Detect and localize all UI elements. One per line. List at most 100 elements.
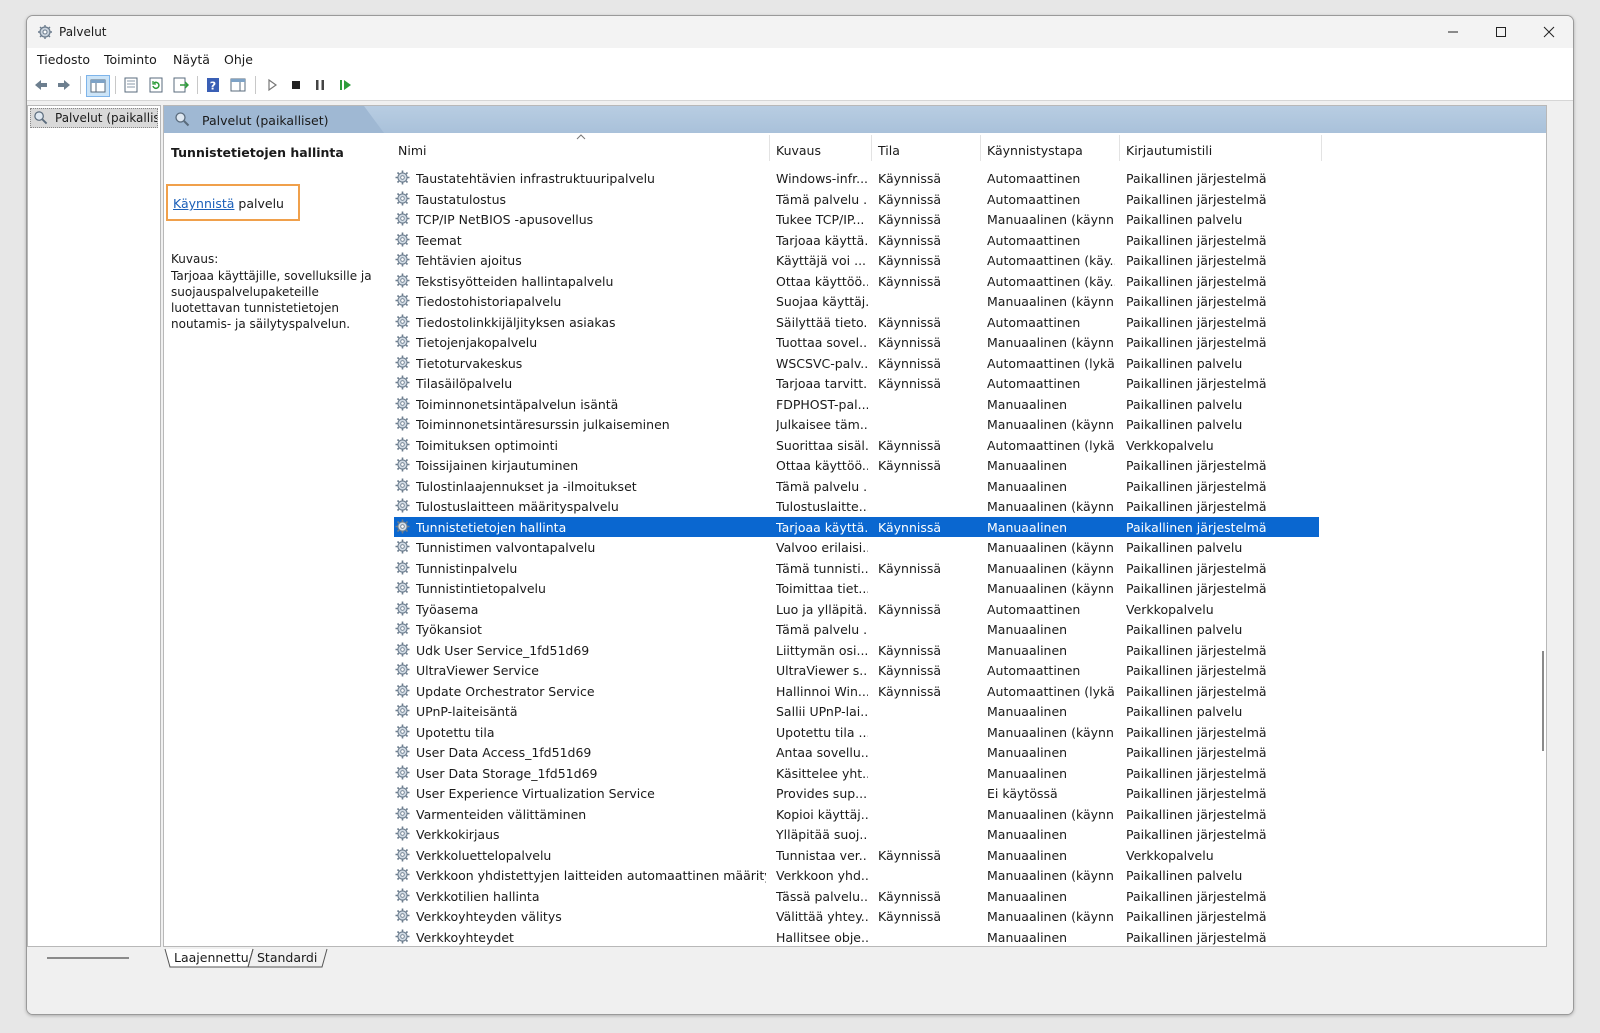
pause-service-button[interactable] — [311, 76, 329, 94]
cell-description: Windows-infr... — [776, 171, 868, 186]
service-row[interactable]: User Data Access_1fd51d69 Antaa sovellu..… — [394, 742, 1529, 763]
forward-button[interactable] — [55, 76, 73, 94]
service-gear-icon — [395, 683, 410, 697]
service-row[interactable]: Udk User Service_1fd51d69 Liittymän osi..… — [394, 640, 1529, 661]
service-row[interactable]: Toiminnonetsintäpalvelun isäntä FDPHOST-p… — [394, 394, 1529, 415]
cell-status: Käynnissä — [878, 253, 942, 268]
column-header-name[interactable]: Nimi — [398, 143, 426, 158]
minimize-button[interactable] — [1429, 16, 1477, 48]
service-row[interactable]: Taustatulostus Tämä palvelu ... Käynnissä A… — [394, 189, 1529, 210]
services-gear-icon — [38, 25, 52, 39]
menu-file[interactable]: Tiedosto — [37, 52, 90, 67]
cell-log-on-as: Paikallinen järjestelmä — [1126, 581, 1267, 596]
column-header-status[interactable]: Tila — [878, 143, 900, 158]
menu-help[interactable]: Ohje — [224, 52, 253, 67]
start-service-button[interactable] — [263, 76, 281, 94]
menu-view[interactable]: Näytä — [173, 52, 210, 67]
cell-name: Taustatulostus — [416, 191, 507, 207]
cell-log-on-as: Paikallinen järjestelmä — [1126, 191, 1267, 207]
menu-action[interactable]: Toiminto — [104, 52, 157, 67]
export-list-button[interactable] — [172, 76, 190, 94]
service-row[interactable]: Tietojenjakopalvelu Tuottaa sovel... Käynn… — [394, 332, 1529, 353]
cell-description: Julkaisee täm... — [776, 417, 868, 432]
service-row[interactable]: Tietoturvakeskus WSCSVC-palv... Käynnissä A… — [394, 353, 1529, 374]
column-header-log-on-as[interactable]: Kirjautumistili — [1126, 143, 1212, 158]
help-button[interactable]: ? — [204, 76, 222, 94]
tree-item-services-local[interactable]: Palvelut (paikalliset) — [30, 108, 158, 128]
cell-startup-type: Manuaalinen (käynn... — [987, 560, 1115, 576]
service-row[interactable]: Update Orchestrator Service Hallinnoi Win… — [394, 681, 1529, 702]
service-row[interactable]: Teemat Tarjoaa käyttä... Käynnissä Automaat… — [394, 230, 1529, 251]
service-row[interactable]: Tunnistintietopalvelu Toimittaa tiet... Ma… — [394, 578, 1529, 599]
service-gear-icon — [395, 375, 410, 390]
service-row[interactable]: Tekstisyötteiden hallintapalvelu Ottaa kä… — [394, 271, 1529, 292]
service-row[interactable]: Verkkoluettelopalvelu Tunnistaa ver... Käy… — [394, 845, 1529, 866]
tree-horizontal-scrollbar[interactable] — [47, 957, 129, 959]
service-gear-icon — [395, 601, 410, 615]
cell-name: Tunnistintietopalvelu — [416, 581, 546, 596]
cell-log-on-as: Paikallinen palvelu — [1126, 417, 1243, 432]
vertical-scrollbar[interactable] — [1542, 651, 1544, 751]
cell-name: UPnP-laiteisäntä — [416, 704, 518, 719]
cell-status: Käynnissä — [878, 601, 942, 617]
cell-startup-type: Automaattinen — [987, 601, 1081, 617]
service-row[interactable]: Toissijainen kirjautuminen Ottaa käyttöö.… — [394, 455, 1529, 476]
show-action-pane-button[interactable] — [229, 76, 247, 94]
service-row[interactable]: Tunnistinpalvelu Tämä tunnisti... Käynniss… — [394, 558, 1529, 579]
service-row[interactable]: Varmenteiden välittäminen Kopioi käyttäj.… — [394, 804, 1529, 825]
service-row[interactable]: Verkkoon yhdistettyjen laitteiden automa… — [394, 865, 1529, 886]
start-service-link[interactable]: Käynnistä — [173, 196, 234, 211]
service-row[interactable]: Tiedostohistoriapalvelu Suojaa käyttäj...… — [394, 291, 1529, 312]
cell-description: Hallinnoi Win... — [776, 683, 868, 699]
service-row[interactable]: Tilasäilöpalvelu Tarjoaa tarvitt... Käynni… — [394, 373, 1529, 394]
cell-startup-type: Manuaalinen — [987, 396, 1068, 412]
service-row[interactable]: Tiedostolinkkijäljityksen asiakas Säilytt… — [394, 312, 1529, 333]
properties-button[interactable] — [122, 76, 140, 94]
service-row[interactable]: UPnP-laiteisäntä Sallii UPnP-lai... Manuaa… — [394, 701, 1529, 722]
column-header-description[interactable]: Kuvaus — [776, 143, 821, 158]
cell-description: Tämä palvelu ... — [776, 478, 868, 494]
service-row[interactable]: Toiminnonetsintäresurssin julkaiseminen J… — [394, 414, 1529, 435]
service-row[interactable]: UltraViewer Service UltraViewer s... Käynn… — [394, 660, 1529, 681]
tab-standard[interactable]: Standardi — [251, 950, 323, 965]
maximize-button[interactable] — [1477, 16, 1525, 48]
service-row[interactable]: Verkkoyhteydet Hallitsee obje... Manuaalin… — [394, 927, 1529, 947]
close-button[interactable] — [1525, 16, 1573, 48]
service-row[interactable]: TCP/IP NetBIOS -apusovellus Tukee TCP/IP.… — [394, 209, 1529, 230]
refresh-button[interactable] — [147, 76, 165, 94]
cell-name: Tilasäilöpalvelu — [416, 376, 513, 391]
service-row[interactable]: Tunnistetietojen hallinta Tarjoaa käyttä.… — [394, 516, 1319, 537]
services-list: Nimi Kuvaus Tila Käynnistystapa Kirjautu… — [394, 133, 1529, 946]
service-row[interactable]: Toimituksen optimointi Suorittaa sisäl...… — [394, 435, 1529, 456]
service-row[interactable]: Työasema Luo ja ylläpitä... Käynnissä Autom… — [394, 599, 1529, 620]
cell-name: Varmenteiden välittäminen — [416, 806, 587, 822]
service-gear-icon — [395, 703, 410, 718]
tab-extended[interactable]: Laajennettu — [168, 950, 255, 965]
service-row[interactable]: Tulostuslaitteen määrityspalvelu Tulostus… — [394, 496, 1529, 517]
show-hide-tree-button[interactable] — [86, 75, 110, 97]
service-row[interactable]: Taustatehtävien infrastruktuuripalvelu Wi… — [394, 168, 1529, 189]
service-row[interactable]: User Data Storage_1fd51d69 Käsittelee yht… — [394, 763, 1529, 784]
stop-service-button[interactable] — [287, 76, 305, 94]
back-button[interactable] — [32, 76, 50, 94]
service-gear-icon — [395, 293, 410, 308]
cell-log-on-as: Paikallinen järjestelmä — [1126, 663, 1267, 678]
cell-startup-type: Manuaalinen (käynn... — [987, 499, 1115, 514]
cell-description: Provides sup... — [776, 786, 868, 801]
cell-description: Ottaa käyttöö... — [776, 273, 868, 289]
service-row[interactable]: Upotettu tila Upotettu tila ... Manuaaline… — [394, 722, 1529, 743]
cell-description: Tulostuslaitte... — [776, 499, 868, 514]
service-row[interactable]: User Experience Virtualization Service Pr… — [394, 783, 1529, 804]
service-row[interactable]: Verkkokirjaus Ylläpitää suoj... Manuaaline… — [394, 824, 1529, 845]
cell-description: WSCSVC-palv... — [776, 355, 868, 371]
service-row[interactable]: Työkansiot Tämä palvelu ... Manuaalinen Pai… — [394, 619, 1529, 640]
restart-service-button[interactable] — [336, 76, 354, 94]
service-row[interactable]: Verkkoyhteyden välitys Välittää yhtey... K… — [394, 906, 1529, 927]
service-row[interactable]: Tulostinlaajennukset ja -ilmoitukset Tämä… — [394, 476, 1529, 497]
service-row[interactable]: Tunnistimen valvontapalvelu Valvoo erilai… — [394, 537, 1529, 558]
service-row[interactable]: Verkkotilien hallinta Tässä palvelu... Käy… — [394, 886, 1529, 907]
service-row[interactable]: Tehtävien ajoitus Käyttäjä voi ... Käynnis… — [394, 250, 1529, 271]
cell-status: Käynnissä — [878, 888, 942, 904]
column-header-startup-type[interactable]: Käynnistystapa — [987, 143, 1083, 158]
cell-name: Työkansiot — [416, 622, 482, 637]
